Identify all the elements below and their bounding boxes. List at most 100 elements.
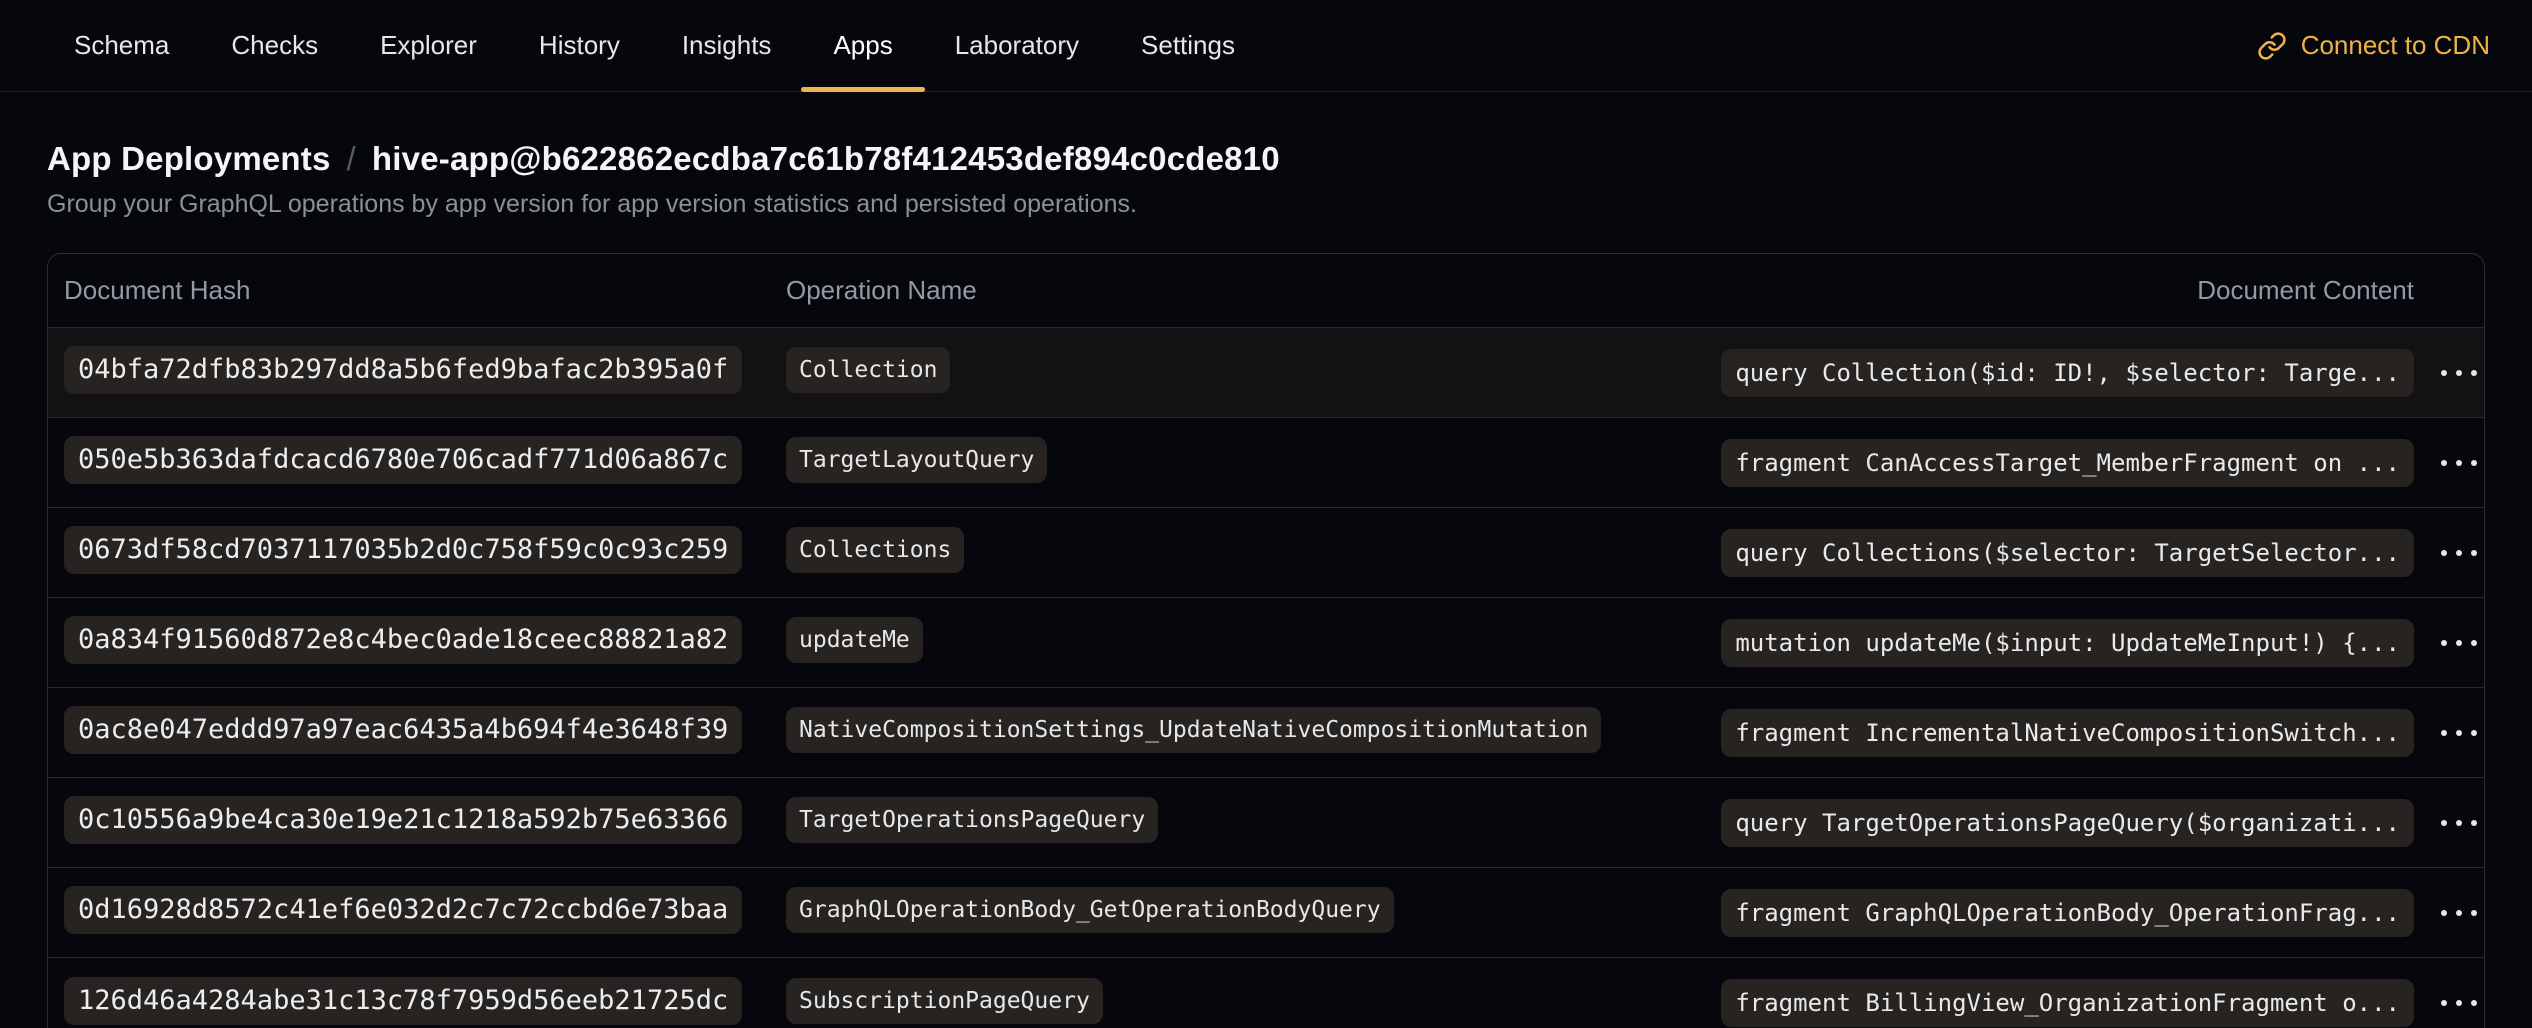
nav-tab-label: Laboratory bbox=[955, 30, 1079, 61]
nav-tab-laboratory[interactable]: Laboratory bbox=[955, 0, 1079, 91]
table-row[interactable]: 0a834f91560d872e8c4bec0ade18ceec88821a82… bbox=[48, 598, 2484, 688]
operation-name-badge[interactable]: NativeCompositionSettings_UpdateNativeCo… bbox=[786, 707, 1601, 753]
ellipsis-icon bbox=[2456, 910, 2462, 916]
breadcrumb-separator: / bbox=[347, 140, 356, 178]
document-content-badge[interactable]: mutation updateMe($input: UpdateMeInput!… bbox=[1721, 619, 2414, 667]
nav-tab-history[interactable]: History bbox=[539, 0, 620, 91]
table-row[interactable]: 0673df58cd7037117035b2d0c758f59c0c93c259… bbox=[48, 508, 2484, 598]
nav-tab-explorer[interactable]: Explorer bbox=[380, 0, 477, 91]
table-row[interactable]: 0d16928d8572c41ef6e032d2c7c72ccbd6e73baa… bbox=[48, 868, 2484, 958]
nav-tab-label: Insights bbox=[682, 30, 772, 61]
row-menu-button[interactable] bbox=[2429, 898, 2485, 928]
row-actions-cell bbox=[2414, 808, 2485, 838]
nav-tab-settings[interactable]: Settings bbox=[1141, 0, 1235, 91]
row-menu-button[interactable] bbox=[2429, 988, 2485, 1018]
ellipsis-icon bbox=[2456, 370, 2462, 376]
document-hash-cell: 0d16928d8572c41ef6e032d2c7c72ccbd6e73baa bbox=[64, 886, 786, 939]
document-content-badge[interactable]: fragment CanAccessTarget_MemberFragment … bbox=[1721, 439, 2414, 487]
row-menu-button[interactable] bbox=[2429, 448, 2485, 478]
ellipsis-icon bbox=[2471, 640, 2477, 646]
document-hash-cell: 0a834f91560d872e8c4bec0ade18ceec88821a82 bbox=[64, 616, 786, 669]
operation-name-badge[interactable]: updateMe bbox=[786, 617, 923, 663]
document-content-badge[interactable]: fragment IncrementalNativeCompositionSwi… bbox=[1721, 709, 2414, 757]
operation-name-cell: SubscriptionPageQuery bbox=[786, 978, 1720, 1028]
ellipsis-icon bbox=[2471, 460, 2477, 466]
ellipsis-icon bbox=[2456, 1000, 2462, 1006]
ellipsis-icon bbox=[2441, 820, 2447, 826]
operation-name-cell: NativeCompositionSettings_UpdateNativeCo… bbox=[786, 707, 1720, 758]
operation-name-cell: Collection bbox=[786, 347, 1720, 398]
operation-name-cell: Collections bbox=[786, 527, 1720, 578]
table-row[interactable]: 050e5b363dafdcacd6780e706cadf771d06a867c… bbox=[48, 418, 2484, 508]
row-menu-button[interactable] bbox=[2429, 718, 2485, 748]
nav-spacer bbox=[1235, 0, 2257, 91]
page-header: App Deployments / hive-app@b622862ecdba7… bbox=[47, 140, 2485, 219]
column-header-operation-name: Operation Name bbox=[786, 275, 1720, 306]
document-hash-cell: 050e5b363dafdcacd6780e706cadf771d06a867c bbox=[64, 436, 786, 489]
row-menu-button[interactable] bbox=[2429, 538, 2485, 568]
document-content-badge[interactable]: query TargetOperationsPageQuery($organiz… bbox=[1721, 799, 2414, 847]
document-hash-badge[interactable]: 126d46a4284abe31c13c78f7959d56eeb21725dc bbox=[64, 977, 742, 1025]
operation-name-badge[interactable]: SubscriptionPageQuery bbox=[786, 978, 1103, 1024]
nav-tab-checks[interactable]: Checks bbox=[231, 0, 318, 91]
nav-tab-insights[interactable]: Insights bbox=[682, 0, 772, 91]
operation-name-badge[interactable]: Collections bbox=[786, 527, 964, 573]
document-content-cell: query TargetOperationsPageQuery($organiz… bbox=[1720, 799, 2414, 847]
document-hash-badge[interactable]: 04bfa72dfb83b297dd8a5b6fed9bafac2b395a0f bbox=[64, 346, 742, 394]
nav-tab-label: History bbox=[539, 30, 620, 61]
breadcrumb-root[interactable]: App Deployments bbox=[47, 140, 331, 178]
ellipsis-icon bbox=[2471, 1000, 2477, 1006]
row-menu-button[interactable] bbox=[2429, 628, 2485, 658]
document-hash-badge[interactable]: 0d16928d8572c41ef6e032d2c7c72ccbd6e73baa bbox=[64, 886, 742, 934]
row-menu-button[interactable] bbox=[2429, 358, 2485, 388]
operation-name-cell: updateMe bbox=[786, 617, 1720, 668]
document-hash-cell: 0c10556a9be4ca30e19e21c1218a592b75e63366 bbox=[64, 796, 786, 849]
operation-name-badge[interactable]: Collection bbox=[786, 347, 950, 393]
table-row[interactable]: 126d46a4284abe31c13c78f7959d56eeb21725dc… bbox=[48, 958, 2484, 1028]
deployments-table: Document Hash Operation Name Document Co… bbox=[47, 253, 2485, 1028]
operation-name-badge[interactable]: GraphQLOperationBody_GetOperationBodyQue… bbox=[786, 887, 1394, 933]
page-title-app-name: hive-app@b622862ecdba7c61b78f412453def89… bbox=[372, 140, 1280, 178]
table-row[interactable]: 0c10556a9be4ca30e19e21c1218a592b75e63366… bbox=[48, 778, 2484, 868]
connect-to-cdn-button[interactable]: Connect to CDN bbox=[2257, 0, 2490, 91]
document-hash-badge[interactable]: 0c10556a9be4ca30e19e21c1218a592b75e63366 bbox=[64, 796, 742, 844]
document-content-cell: fragment IncrementalNativeCompositionSwi… bbox=[1720, 709, 2414, 757]
operation-name-cell: TargetLayoutQuery bbox=[786, 437, 1720, 488]
row-actions-cell bbox=[2414, 538, 2485, 568]
connect-to-cdn-label: Connect to CDN bbox=[2301, 30, 2490, 61]
ellipsis-icon bbox=[2471, 550, 2477, 556]
document-hash-badge[interactable]: 0a834f91560d872e8c4bec0ade18ceec88821a82 bbox=[64, 616, 742, 664]
table-row[interactable]: 0ac8e047eddd97a97eac6435a4b694f4e3648f39… bbox=[48, 688, 2484, 778]
row-actions-cell bbox=[2414, 358, 2485, 388]
document-content-cell: mutation updateMe($input: UpdateMeInput!… bbox=[1720, 619, 2414, 667]
operation-name-badge[interactable]: TargetLayoutQuery bbox=[786, 437, 1047, 483]
document-content-badge[interactable]: fragment GraphQLOperationBody_OperationF… bbox=[1721, 889, 2414, 937]
ellipsis-icon bbox=[2456, 460, 2462, 466]
ellipsis-icon bbox=[2456, 640, 2462, 646]
nav-tab-label: Checks bbox=[231, 30, 318, 61]
ellipsis-icon bbox=[2456, 820, 2462, 826]
ellipsis-icon bbox=[2441, 370, 2447, 376]
ellipsis-icon bbox=[2441, 1000, 2447, 1006]
ellipsis-icon bbox=[2456, 730, 2462, 736]
nav-tab-schema[interactable]: Schema bbox=[74, 0, 169, 91]
page-subtitle: Group your GraphQL operations by app ver… bbox=[47, 190, 2485, 219]
document-content-badge[interactable]: query Collections($selector: TargetSelec… bbox=[1721, 529, 2414, 577]
nav-tab-apps[interactable]: Apps bbox=[833, 0, 892, 91]
column-header-document-content: Document Content bbox=[1720, 275, 2414, 306]
row-actions-cell bbox=[2414, 898, 2485, 928]
document-hash-badge[interactable]: 050e5b363dafdcacd6780e706cadf771d06a867c bbox=[64, 436, 742, 484]
page-content: App Deployments / hive-app@b622862ecdba7… bbox=[0, 140, 2532, 1028]
document-content-badge[interactable]: query Collection($id: ID!, $selector: Ta… bbox=[1721, 349, 2414, 397]
nav-tab-label: Explorer bbox=[380, 30, 477, 61]
ellipsis-icon bbox=[2456, 550, 2462, 556]
table-row[interactable]: 04bfa72dfb83b297dd8a5b6fed9bafac2b395a0f… bbox=[48, 328, 2484, 418]
operation-name-cell: GraphQLOperationBody_GetOperationBodyQue… bbox=[786, 887, 1720, 938]
row-actions-cell bbox=[2414, 448, 2485, 478]
document-hash-badge[interactable]: 0ac8e047eddd97a97eac6435a4b694f4e3648f39 bbox=[64, 706, 742, 754]
row-menu-button[interactable] bbox=[2429, 808, 2485, 838]
document-content-badge[interactable]: fragment BillingView_OrganizationFragmen… bbox=[1721, 979, 2414, 1027]
operation-name-badge[interactable]: TargetOperationsPageQuery bbox=[786, 797, 1158, 843]
document-hash-badge[interactable]: 0673df58cd7037117035b2d0c758f59c0c93c259 bbox=[64, 526, 742, 574]
document-hash-cell: 04bfa72dfb83b297dd8a5b6fed9bafac2b395a0f bbox=[64, 346, 786, 399]
